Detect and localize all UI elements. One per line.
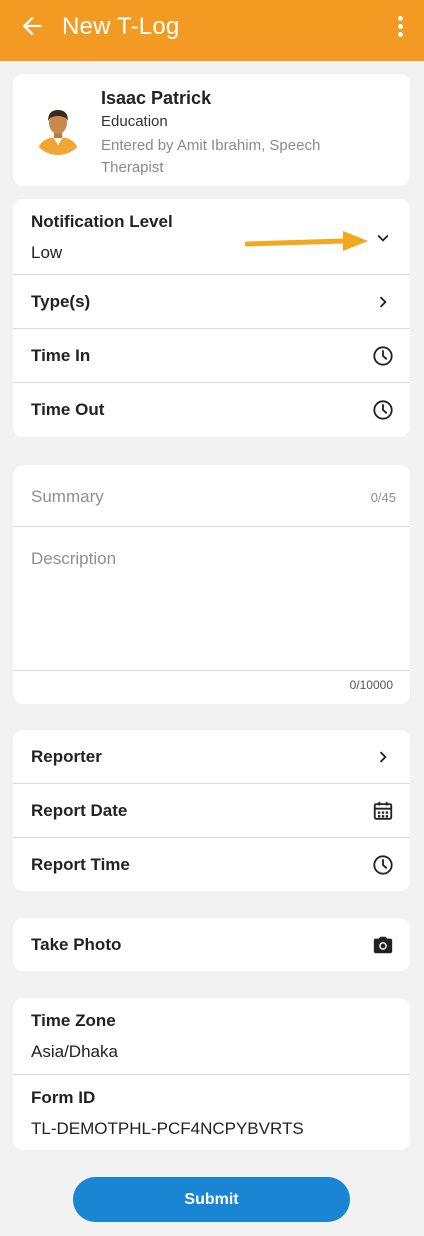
reporter-row[interactable]: Reporter bbox=[13, 730, 410, 784]
clock-icon[interactable] bbox=[372, 345, 394, 367]
time-zone-value: Asia/Dhaka bbox=[31, 1042, 118, 1061]
description-counter: 0/10000 bbox=[349, 678, 393, 692]
types-row[interactable]: Type(s) bbox=[13, 275, 410, 329]
submit-button[interactable]: Submit bbox=[73, 1177, 350, 1222]
profile-department: Education bbox=[101, 113, 168, 130]
notification-level-dropdown[interactable]: Notification Level Low bbox=[13, 199, 410, 275]
annotation-arrow-icon bbox=[245, 231, 368, 251]
profile-card: Isaac Patrick Education Entered by Amit … bbox=[13, 74, 410, 186]
chevron-right-icon[interactable] bbox=[372, 746, 394, 768]
chevron-right-icon[interactable] bbox=[372, 291, 394, 313]
report-date-label: Report Date bbox=[31, 801, 128, 820]
profile-entered-by: Entered by Amit Ibrahim, Speech Therapis… bbox=[101, 137, 321, 176]
calendar-icon[interactable] bbox=[372, 800, 394, 822]
summary-input[interactable]: Summary 0/45 bbox=[13, 465, 410, 527]
form-id-label: Form ID bbox=[31, 1088, 96, 1107]
person-avatar-icon bbox=[31, 101, 85, 155]
app-bar: New T-Log bbox=[0, 0, 424, 61]
take-photo-label: Take Photo bbox=[31, 935, 122, 954]
notification-level-value: Low bbox=[31, 243, 63, 262]
report-time-label: Report Time bbox=[31, 855, 130, 874]
time-out-row[interactable]: Time Out bbox=[13, 383, 410, 437]
take-photo-row[interactable]: Take Photo bbox=[13, 918, 410, 971]
time-zone-row: Time Zone Asia/Dhaka bbox=[13, 998, 410, 1075]
time-in-label: Time In bbox=[31, 346, 91, 365]
profile-name: Isaac Patrick bbox=[101, 88, 212, 108]
reporter-label: Reporter bbox=[31, 747, 102, 766]
form-id-row: Form ID TL-DEMOTPHL-PCF4NCPYBVRTS bbox=[13, 1075, 410, 1150]
summary-counter: 0/45 bbox=[370, 490, 396, 505]
types-label: Type(s) bbox=[31, 292, 91, 311]
summary-placeholder: Summary bbox=[31, 487, 104, 506]
time-in-row[interactable]: Time In bbox=[13, 329, 410, 383]
description-placeholder: Description bbox=[31, 549, 117, 568]
report-date-row[interactable]: Report Date bbox=[13, 784, 410, 838]
report-card: Reporter Report Date Report Time bbox=[13, 730, 410, 891]
chevron-down-icon[interactable] bbox=[372, 227, 394, 249]
report-time-row[interactable]: Report Time bbox=[13, 838, 410, 891]
arrow-left-icon[interactable] bbox=[18, 12, 46, 40]
clock-icon[interactable] bbox=[372, 399, 394, 421]
meta-card: Time Zone Asia/Dhaka Form ID TL-DEMOTPHL… bbox=[13, 998, 410, 1150]
summary-description-card: Summary 0/45 Description 0/10000 bbox=[13, 465, 410, 704]
more-vert-icon[interactable] bbox=[396, 16, 404, 38]
camera-icon[interactable] bbox=[372, 934, 394, 956]
page-title: New T-Log bbox=[62, 13, 180, 40]
time-zone-label: Time Zone bbox=[31, 1011, 116, 1030]
description-input[interactable]: Description bbox=[13, 527, 410, 671]
form-id-value: TL-DEMOTPHL-PCF4NCPYBVRTS bbox=[31, 1119, 304, 1138]
details-card: Notification Level Low Type(s) Time In T… bbox=[13, 199, 410, 437]
notification-level-label: Notification Level bbox=[31, 212, 173, 231]
time-out-label: Time Out bbox=[31, 400, 105, 419]
avatar bbox=[31, 101, 85, 155]
take-photo-card[interactable]: Take Photo bbox=[13, 918, 410, 971]
clock-icon[interactable] bbox=[372, 854, 394, 876]
